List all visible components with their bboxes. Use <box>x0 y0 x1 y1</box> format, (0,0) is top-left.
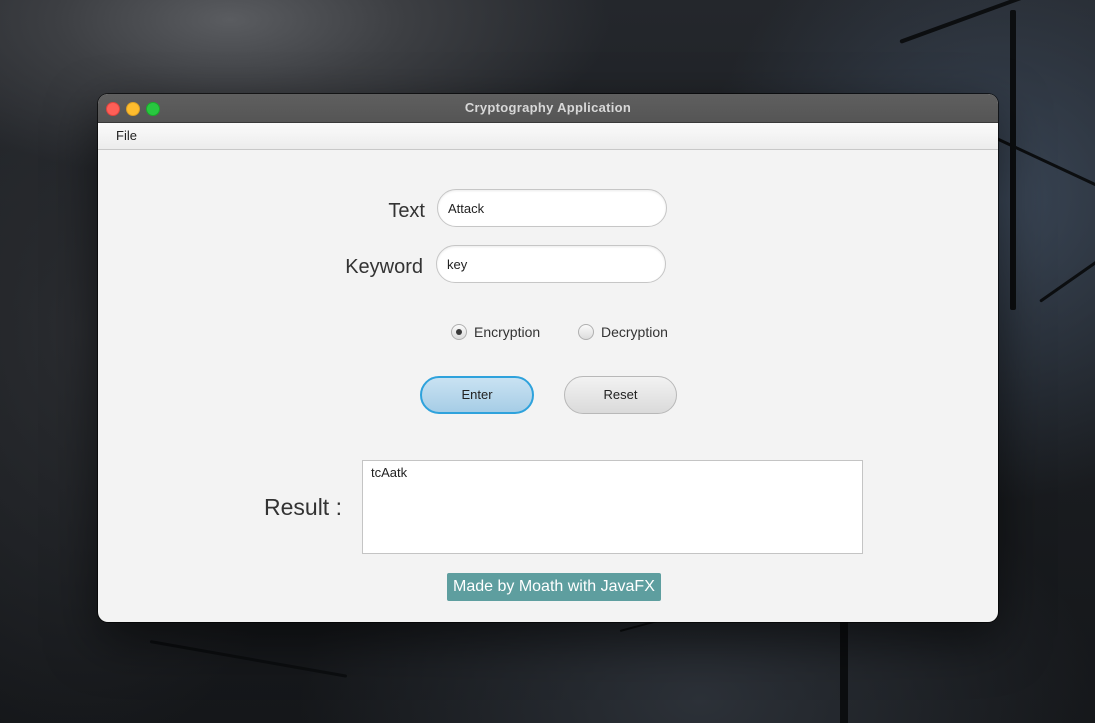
radio-encryption-label: Encryption <box>474 324 541 340</box>
radio-encryption[interactable]: Encryption <box>451 324 540 340</box>
result-textarea[interactable]: tcAatk <box>362 460 863 554</box>
credit-badge: Made by Moath with JavaFX <box>447 573 661 601</box>
menu-file[interactable]: File <box>116 128 137 143</box>
keyword-label: Keyword <box>345 256 423 278</box>
title-bar[interactable]: Cryptography Application <box>98 94 998 123</box>
radio-encryption-indicator[interactable] <box>451 324 467 340</box>
app-window: Cryptography Application File Text Keywo… <box>98 94 998 622</box>
menu-bar <box>98 123 998 150</box>
decor-branch <box>149 640 348 678</box>
window-title: Cryptography Application <box>464 100 632 115</box>
desktop-background: Cryptography Application File Text Keywo… <box>0 0 1095 723</box>
decor-branch <box>899 0 1095 44</box>
decor-branch <box>1039 231 1095 303</box>
decor-branch <box>1010 10 1016 310</box>
radio-decryption-indicator[interactable] <box>578 324 594 340</box>
radio-decryption-label: Decryption <box>601 324 668 340</box>
reset-button[interactable]: Reset <box>564 376 677 414</box>
text-input[interactable] <box>437 189 667 227</box>
keyword-input[interactable] <box>436 245 666 283</box>
text-label: Text <box>388 200 425 222</box>
result-label: Result : <box>264 494 342 520</box>
enter-button[interactable]: Enter <box>420 376 534 414</box>
radio-decryption[interactable]: Decryption <box>578 324 668 340</box>
